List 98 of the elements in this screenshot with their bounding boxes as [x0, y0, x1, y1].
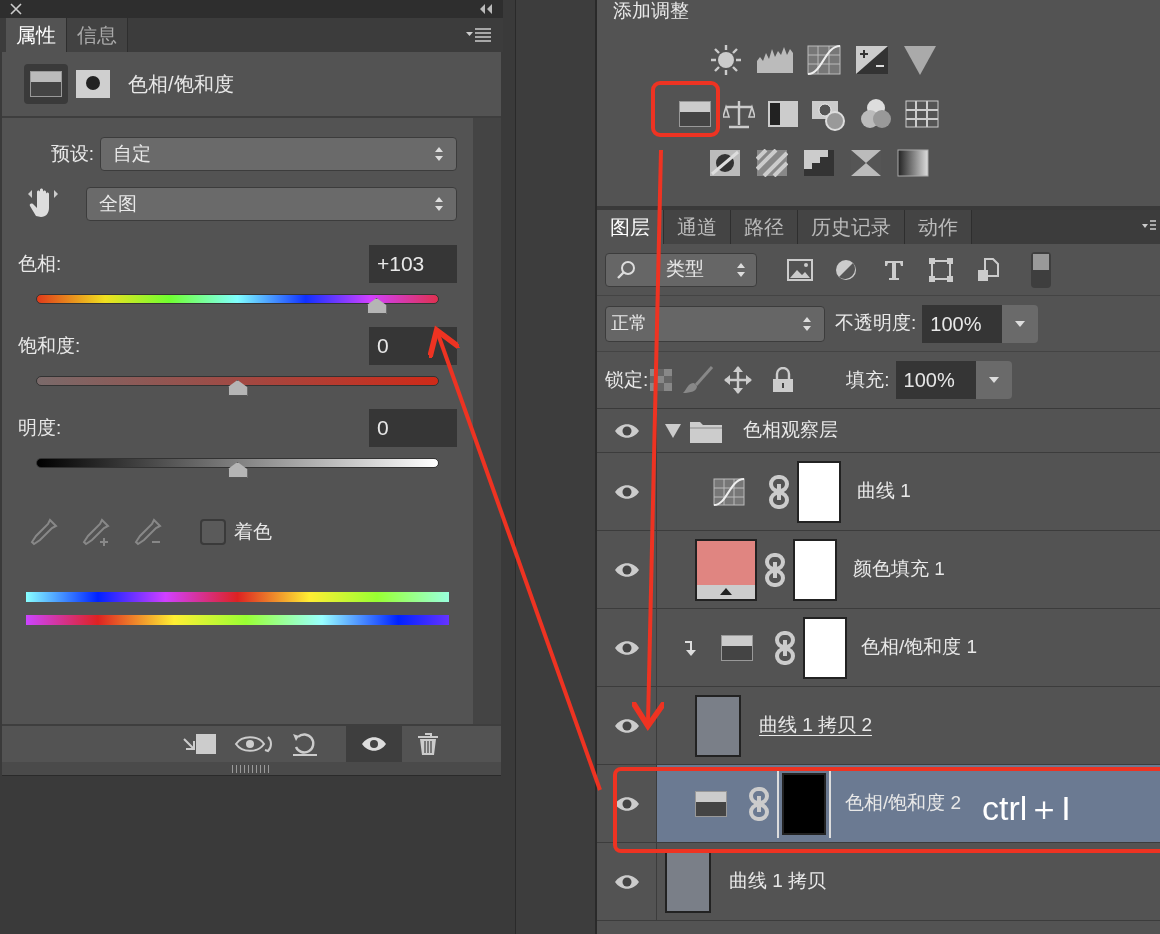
- eye-icon: [360, 735, 388, 753]
- visibility-eye-icon[interactable]: [613, 483, 640, 500]
- curves-icon[interactable]: [807, 45, 841, 75]
- slider-label: 饱和度:: [18, 333, 81, 358]
- collapse-icon[interactable]: [479, 4, 493, 14]
- filter-dropdown[interactable]: 类型: [605, 252, 757, 287]
- panel-tab[interactable]: 图层: [597, 210, 664, 244]
- curves-icon: [713, 477, 745, 506]
- balance-scale-icon[interactable]: [723, 99, 755, 129]
- levels-icon[interactable]: [757, 47, 793, 73]
- layer-name: 颜色填充 1: [853, 557, 945, 582]
- blend-mode-dropdown[interactable]: 正常: [605, 305, 825, 342]
- slider-label: 明度:: [18, 415, 62, 440]
- link-icon[interactable]: [749, 786, 769, 821]
- lock-icon[interactable]: [772, 367, 795, 393]
- layer-name: 曲线 1 拷贝 2: [759, 713, 872, 738]
- updown-arrows-icon: [736, 261, 746, 278]
- fill-field[interactable]: 100%: [895, 361, 976, 399]
- brightness-icon[interactable]: [709, 43, 743, 77]
- hue-saturation-icon[interactable]: [679, 101, 711, 127]
- colorize-checkbox[interactable]: [200, 519, 226, 545]
- value-field[interactable]: +103: [369, 245, 457, 283]
- layer-name: 色相观察层: [743, 418, 838, 443]
- close-icon[interactable]: [10, 3, 22, 15]
- posterize-icon[interactable]: [803, 149, 835, 177]
- link-icon[interactable]: [765, 552, 785, 587]
- trash-icon[interactable]: [416, 731, 440, 757]
- shape-filter-icon[interactable]: [929, 257, 953, 282]
- highlight-box: [651, 81, 720, 137]
- layer-mask-thumbnail[interactable]: [803, 616, 847, 679]
- layer-name: 曲线 1: [857, 479, 911, 504]
- resize-grip[interactable]: [231, 764, 272, 773]
- range-dropdown[interactable]: 全图: [86, 187, 457, 221]
- visibility-eye-icon[interactable]: [613, 561, 640, 578]
- visibility-eye-icon[interactable]: [613, 873, 640, 890]
- slider-label: 色相:: [18, 251, 62, 276]
- preset-label: 预设:: [49, 141, 95, 166]
- photo-placeholder[interactable]: [665, 850, 711, 913]
- preset-dropdown[interactable]: 自定: [100, 137, 457, 171]
- layer-name: 曲线 1 拷贝: [729, 869, 827, 894]
- triangle-icon[interactable]: [903, 44, 937, 76]
- panel-title: 添加调整: [613, 0, 690, 22]
- panel-menu-icon[interactable]: [465, 27, 493, 43]
- updown-arrows-icon: [802, 315, 812, 332]
- opacity-label: 不透明度:: [835, 311, 917, 336]
- value-field[interactable]: 0: [369, 409, 457, 447]
- color-lookup-icon[interactable]: [905, 100, 939, 128]
- visibility-toggle[interactable]: [346, 725, 402, 763]
- layer-name: 色相/饱和度 1: [861, 635, 978, 660]
- updown-arrows-icon: [434, 196, 444, 212]
- filter-toggle[interactable]: [1031, 251, 1051, 288]
- image-filter-icon[interactable]: [787, 258, 813, 281]
- panel-tab[interactable]: 属性: [6, 18, 67, 52]
- layer-mask-thumbnail[interactable]: [782, 772, 826, 835]
- photo-placeholder[interactable]: [695, 694, 741, 757]
- expand-triangle-icon[interactable]: [665, 423, 681, 438]
- link-icon[interactable]: [775, 630, 795, 665]
- updown-arrows-icon: [434, 146, 444, 162]
- adjustment-title: 色相/饱和度: [128, 72, 234, 97]
- link-icon[interactable]: [769, 474, 789, 509]
- hue-saturation-icon: [721, 634, 753, 661]
- split-square-icon[interactable]: [767, 100, 799, 128]
- layer-name: 色相/饱和度 2: [845, 791, 962, 816]
- panel-tab[interactable]: 历史记录: [798, 210, 905, 244]
- gradient-map-icon[interactable]: [897, 149, 929, 177]
- adjustment-filter-icon[interactable]: [835, 258, 857, 281]
- clip-to-layer-icon[interactable]: [180, 731, 218, 757]
- panel-tab[interactable]: 信息: [67, 18, 128, 52]
- visibility-eye-icon[interactable]: [613, 422, 640, 439]
- layer-mask-thumbnail[interactable]: [797, 460, 841, 523]
- channel-mixer-icon[interactable]: [859, 97, 893, 131]
- exposure-icon[interactable]: [855, 45, 889, 75]
- hue-saturation-icon[interactable]: [24, 64, 68, 104]
- reset-icon[interactable]: [290, 731, 320, 757]
- type-filter-icon[interactable]: [883, 258, 905, 281]
- caret-icon: [988, 377, 999, 383]
- lock-label: 锁定:: [605, 367, 649, 392]
- invert-icon[interactable]: [709, 149, 741, 177]
- panel-tab[interactable]: 动作: [905, 210, 972, 244]
- colorize-label: 着色: [234, 519, 272, 544]
- search-icon: [616, 259, 636, 280]
- fill-dropdown-button[interactable]: [975, 361, 1012, 399]
- opacity-dropdown-button[interactable]: [1002, 304, 1039, 343]
- color-fill-thumbnail[interactable]: [695, 538, 757, 601]
- visibility-eye-icon[interactable]: [613, 717, 640, 734]
- move-icon[interactable]: [724, 366, 753, 394]
- smart-object-filter-icon[interactable]: [977, 257, 999, 282]
- fill-label: 填充:: [846, 367, 890, 392]
- panel-tab[interactable]: 路径: [731, 210, 798, 244]
- mask-icon[interactable]: [76, 70, 110, 98]
- layer-mask-thumbnail[interactable]: [793, 538, 837, 601]
- panel-tab[interactable]: 通道: [664, 210, 731, 244]
- visibility-eye-icon[interactable]: [613, 639, 640, 656]
- hue-saturation-icon: [695, 790, 727, 817]
- opacity-field[interactable]: 100%: [922, 304, 1003, 343]
- annotation-text: ctrl＋I: [982, 788, 1071, 828]
- caret-icon: [1015, 320, 1026, 327]
- stripes-icon[interactable]: [756, 149, 788, 177]
